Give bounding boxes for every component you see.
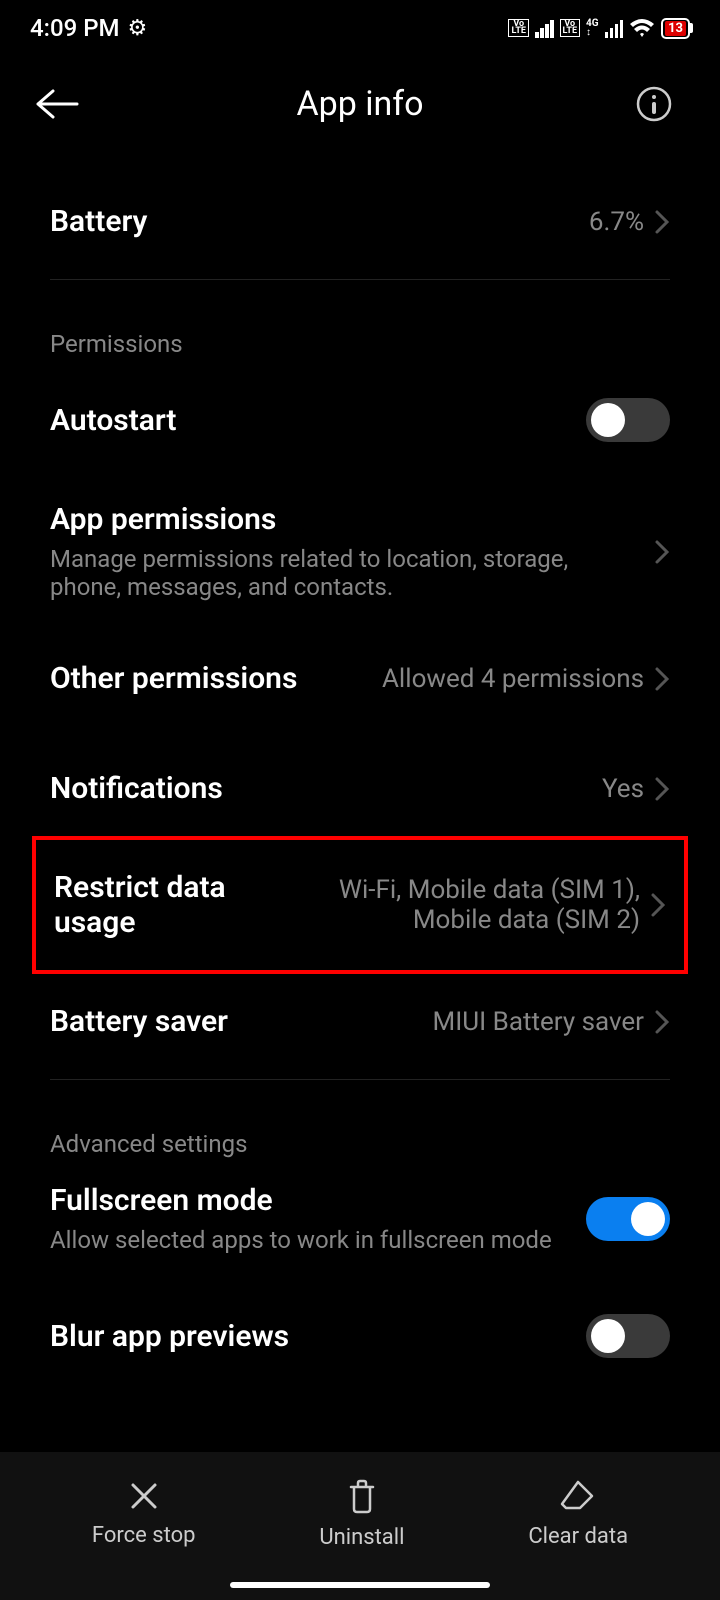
gear-icon: ⚙ [128, 16, 148, 41]
row-battery-saver[interactable]: Battery saver MIUI Battery saver [0, 974, 720, 1069]
network-4g-icon: 4G↕ [586, 19, 599, 37]
chevron-right-icon [654, 776, 670, 802]
app-permissions-label: App permissions [50, 502, 634, 537]
trash-icon [345, 1477, 379, 1515]
battery-icon: 13 [661, 18, 690, 39]
row-autostart[interactable]: Autostart [0, 368, 720, 472]
volte-icon-2: VoLTE [560, 19, 581, 37]
chevron-right-icon [650, 892, 666, 918]
row-other-permissions[interactable]: Other permissions Allowed 4 permissions [0, 631, 720, 726]
fullscreen-sub: Allow selected apps to work in fullscree… [50, 1226, 566, 1254]
uninstall-label: Uninstall [319, 1525, 404, 1550]
close-icon [127, 1479, 161, 1513]
force-stop-button[interactable]: Force stop [92, 1479, 196, 1548]
divider [50, 279, 670, 280]
highlighted-row: Restrict data usage Wi-Fi, Mobile data (… [32, 836, 688, 974]
notifications-label: Notifications [50, 771, 223, 806]
page-title: App info [85, 84, 635, 124]
volte-icon-1: VoLTE [508, 19, 529, 37]
other-permissions-label: Other permissions [50, 661, 297, 696]
restrict-data-value: Wi-Fi, Mobile data (SIM 1), Mobile data … [301, 875, 640, 935]
battery-saver-value: MIUI Battery saver [433, 1007, 644, 1037]
eraser-icon [558, 1478, 598, 1514]
uninstall-button[interactable]: Uninstall [319, 1477, 404, 1550]
app-permissions-sub: Manage permissions related to location, … [50, 545, 634, 601]
info-button[interactable] [635, 85, 685, 123]
signal-icon-2 [605, 18, 624, 38]
row-blur-previews[interactable]: Blur app previews [0, 1284, 720, 1358]
status-time: 4:09 PM [30, 14, 120, 42]
clear-data-label: Clear data [528, 1524, 628, 1549]
blur-label: Blur app previews [50, 1319, 289, 1354]
section-permissions: Permissions [0, 290, 720, 368]
chevron-right-icon [654, 539, 670, 565]
fullscreen-toggle[interactable] [586, 1197, 670, 1241]
row-notifications[interactable]: Notifications Yes [0, 726, 720, 836]
chevron-right-icon [654, 209, 670, 235]
section-advanced: Advanced settings [0, 1090, 720, 1168]
blur-toggle[interactable] [586, 1314, 670, 1358]
restrict-data-label: Restrict data usage [54, 870, 301, 940]
autostart-toggle[interactable] [586, 398, 670, 442]
battery-saver-label: Battery saver [50, 1004, 228, 1039]
status-bar: 4:09 PM ⚙ VoLTE VoLTE 4G↕ 13 [0, 0, 720, 54]
signal-icon-1 [535, 18, 554, 38]
notifications-value: Yes [602, 774, 644, 804]
fullscreen-label: Fullscreen mode [50, 1183, 566, 1218]
row-app-permissions[interactable]: App permissions Manage permissions relat… [0, 472, 720, 631]
row-battery[interactable]: Battery 6.7% [0, 144, 720, 269]
back-button[interactable] [35, 89, 85, 119]
battery-label: Battery [50, 204, 147, 239]
wifi-icon [629, 18, 655, 38]
row-restrict-data[interactable]: Restrict data usage Wi-Fi, Mobile data (… [36, 840, 684, 970]
chevron-right-icon [654, 1009, 670, 1035]
other-permissions-value: Allowed 4 permissions [382, 664, 644, 694]
autostart-label: Autostart [50, 403, 177, 438]
divider [50, 1079, 670, 1080]
header-bar: App info [0, 54, 720, 144]
bottom-action-bar: Force stop Uninstall Clear data [0, 1452, 720, 1600]
battery-value: 6.7% [589, 207, 644, 237]
home-indicator[interactable] [230, 1582, 490, 1588]
force-stop-label: Force stop [92, 1523, 196, 1548]
chevron-right-icon [654, 666, 670, 692]
row-fullscreen[interactable]: Fullscreen mode Allow selected apps to w… [0, 1168, 720, 1284]
clear-data-button[interactable]: Clear data [528, 1478, 628, 1549]
